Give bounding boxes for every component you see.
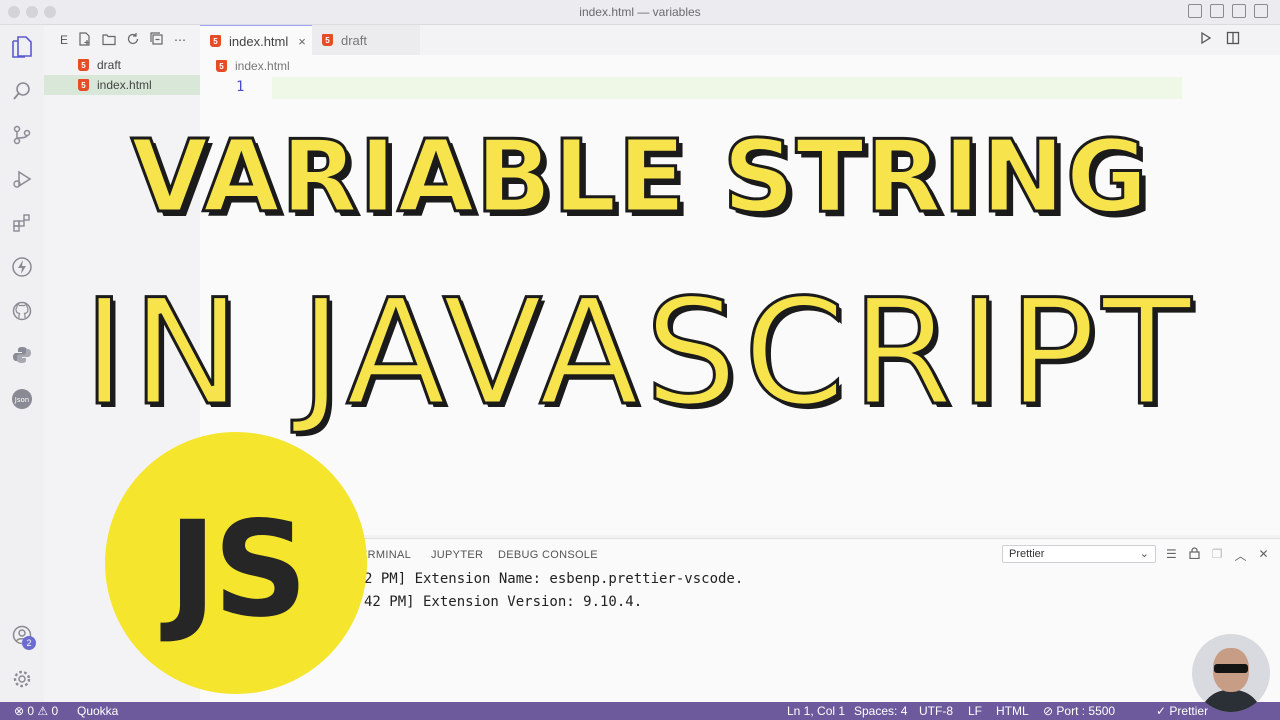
account-badge: 2 [22, 636, 36, 650]
output-channel-select[interactable]: Prettier ⌄ [1002, 545, 1156, 563]
close-icon[interactable]: × [298, 34, 306, 49]
split-editor-icon[interactable] [1226, 31, 1240, 48]
javascript-logo: JS [105, 432, 367, 694]
maximize-panel-icon[interactable]: ︿ [1235, 547, 1247, 564]
file-item-draft[interactable]: 5 draft [44, 55, 200, 75]
headline-variable-string: VARIABLE STRING [130, 117, 1150, 237]
eol-status[interactable]: LF [968, 704, 982, 718]
tab-index-html[interactable]: 5 index.html × [200, 25, 316, 56]
tab-draft[interactable]: 5 draft [312, 25, 420, 55]
more-actions-icon[interactable]: ⋯ [174, 33, 187, 47]
editor-actions [1200, 31, 1240, 48]
settings-gear-icon[interactable] [10, 667, 34, 691]
explorer-label: E [60, 33, 69, 47]
refresh-icon[interactable] [126, 32, 140, 49]
search-icon[interactable] [10, 79, 34, 103]
output-channel-value: Prettier [1009, 548, 1045, 560]
tab-jupyter[interactable]: JUPYTER [431, 549, 483, 561]
breadcrumb[interactable]: 5 index.html [216, 59, 290, 73]
title-bar: index.html — variables [0, 0, 1280, 25]
status-bar: ⊗ 0 ⚠ 0 Quokka Ln 1, Col 1 Spaces: 4 UTF… [0, 702, 1280, 720]
html-file-icon: 5 [322, 34, 333, 46]
language-mode[interactable]: HTML [996, 704, 1029, 718]
indentation-status[interactable]: Spaces: 4 [854, 704, 907, 718]
toggle-secondary-sidebar-icon[interactable] [1232, 4, 1246, 18]
problems-status[interactable]: ⊗ 0 ⚠ 0 [14, 704, 58, 718]
html-file-icon: 5 [78, 79, 89, 91]
quokka-status[interactable]: Quokka [77, 704, 118, 718]
chevron-down-icon: ⌄ [1139, 548, 1149, 560]
line-number: 1 [236, 79, 245, 95]
current-line-highlight [272, 77, 1182, 99]
toggle-sidebar-icon[interactable] [1188, 4, 1202, 18]
new-folder-icon[interactable] [102, 32, 116, 49]
html-file-icon: 5 [78, 59, 89, 71]
avatar-sunglasses [1214, 664, 1248, 673]
close-panel-icon[interactable]: ✕ [1259, 547, 1269, 564]
webcam-avatar [1192, 634, 1270, 712]
html-file-icon: 5 [210, 35, 221, 47]
editor-tabs: 5 index.html × 5 draft [200, 25, 1280, 56]
layout-controls [1188, 4, 1268, 18]
clear-output-icon[interactable]: ☰ [1166, 547, 1177, 564]
output-line: 2 PM] Extension Name: esbenp.prettier-vs… [364, 571, 744, 587]
explorer-icon[interactable] [10, 35, 34, 59]
tab-label: draft [341, 32, 368, 48]
file-item-index-html[interactable]: 5 index.html [44, 75, 200, 95]
file-name: draft [97, 58, 122, 72]
panel-actions: ☰ ❐ ︿ ✕ [1166, 547, 1269, 564]
headline-in-javascript: IN JAVASCRIPT [81, 267, 1198, 440]
html-file-icon: 5 [216, 60, 227, 72]
encoding-status[interactable]: UTF-8 [919, 704, 953, 718]
tab-label: index.html [229, 33, 289, 49]
breadcrumb-file[interactable]: index.html [235, 59, 290, 73]
tab-terminal[interactable]: ERMINAL [360, 549, 411, 561]
open-in-editor-icon[interactable]: ❐ [1212, 547, 1223, 564]
explorer-toolbar: E ⋯ [44, 25, 200, 55]
run-icon[interactable] [1200, 31, 1212, 48]
file-name: index.html [97, 78, 152, 92]
cursor-position[interactable]: Ln 1, Col 1 [787, 704, 845, 718]
live-server-port[interactable]: ⊘ Port : 5500 [1043, 704, 1115, 718]
avatar-shirt [1200, 690, 1262, 712]
window-title: index.html — variables [579, 5, 701, 19]
output-line: 42 PM] Extension Version: 9.10.4. [364, 594, 643, 610]
collapse-all-icon[interactable] [150, 31, 164, 49]
customize-layout-icon[interactable] [1254, 4, 1268, 18]
new-file-icon[interactable] [78, 31, 92, 49]
lock-icon[interactable] [1189, 547, 1200, 564]
toggle-panel-icon[interactable] [1210, 4, 1224, 18]
tab-debug-console[interactable]: DEBUG CONSOLE [498, 549, 598, 561]
logo-text: JS [167, 493, 308, 647]
